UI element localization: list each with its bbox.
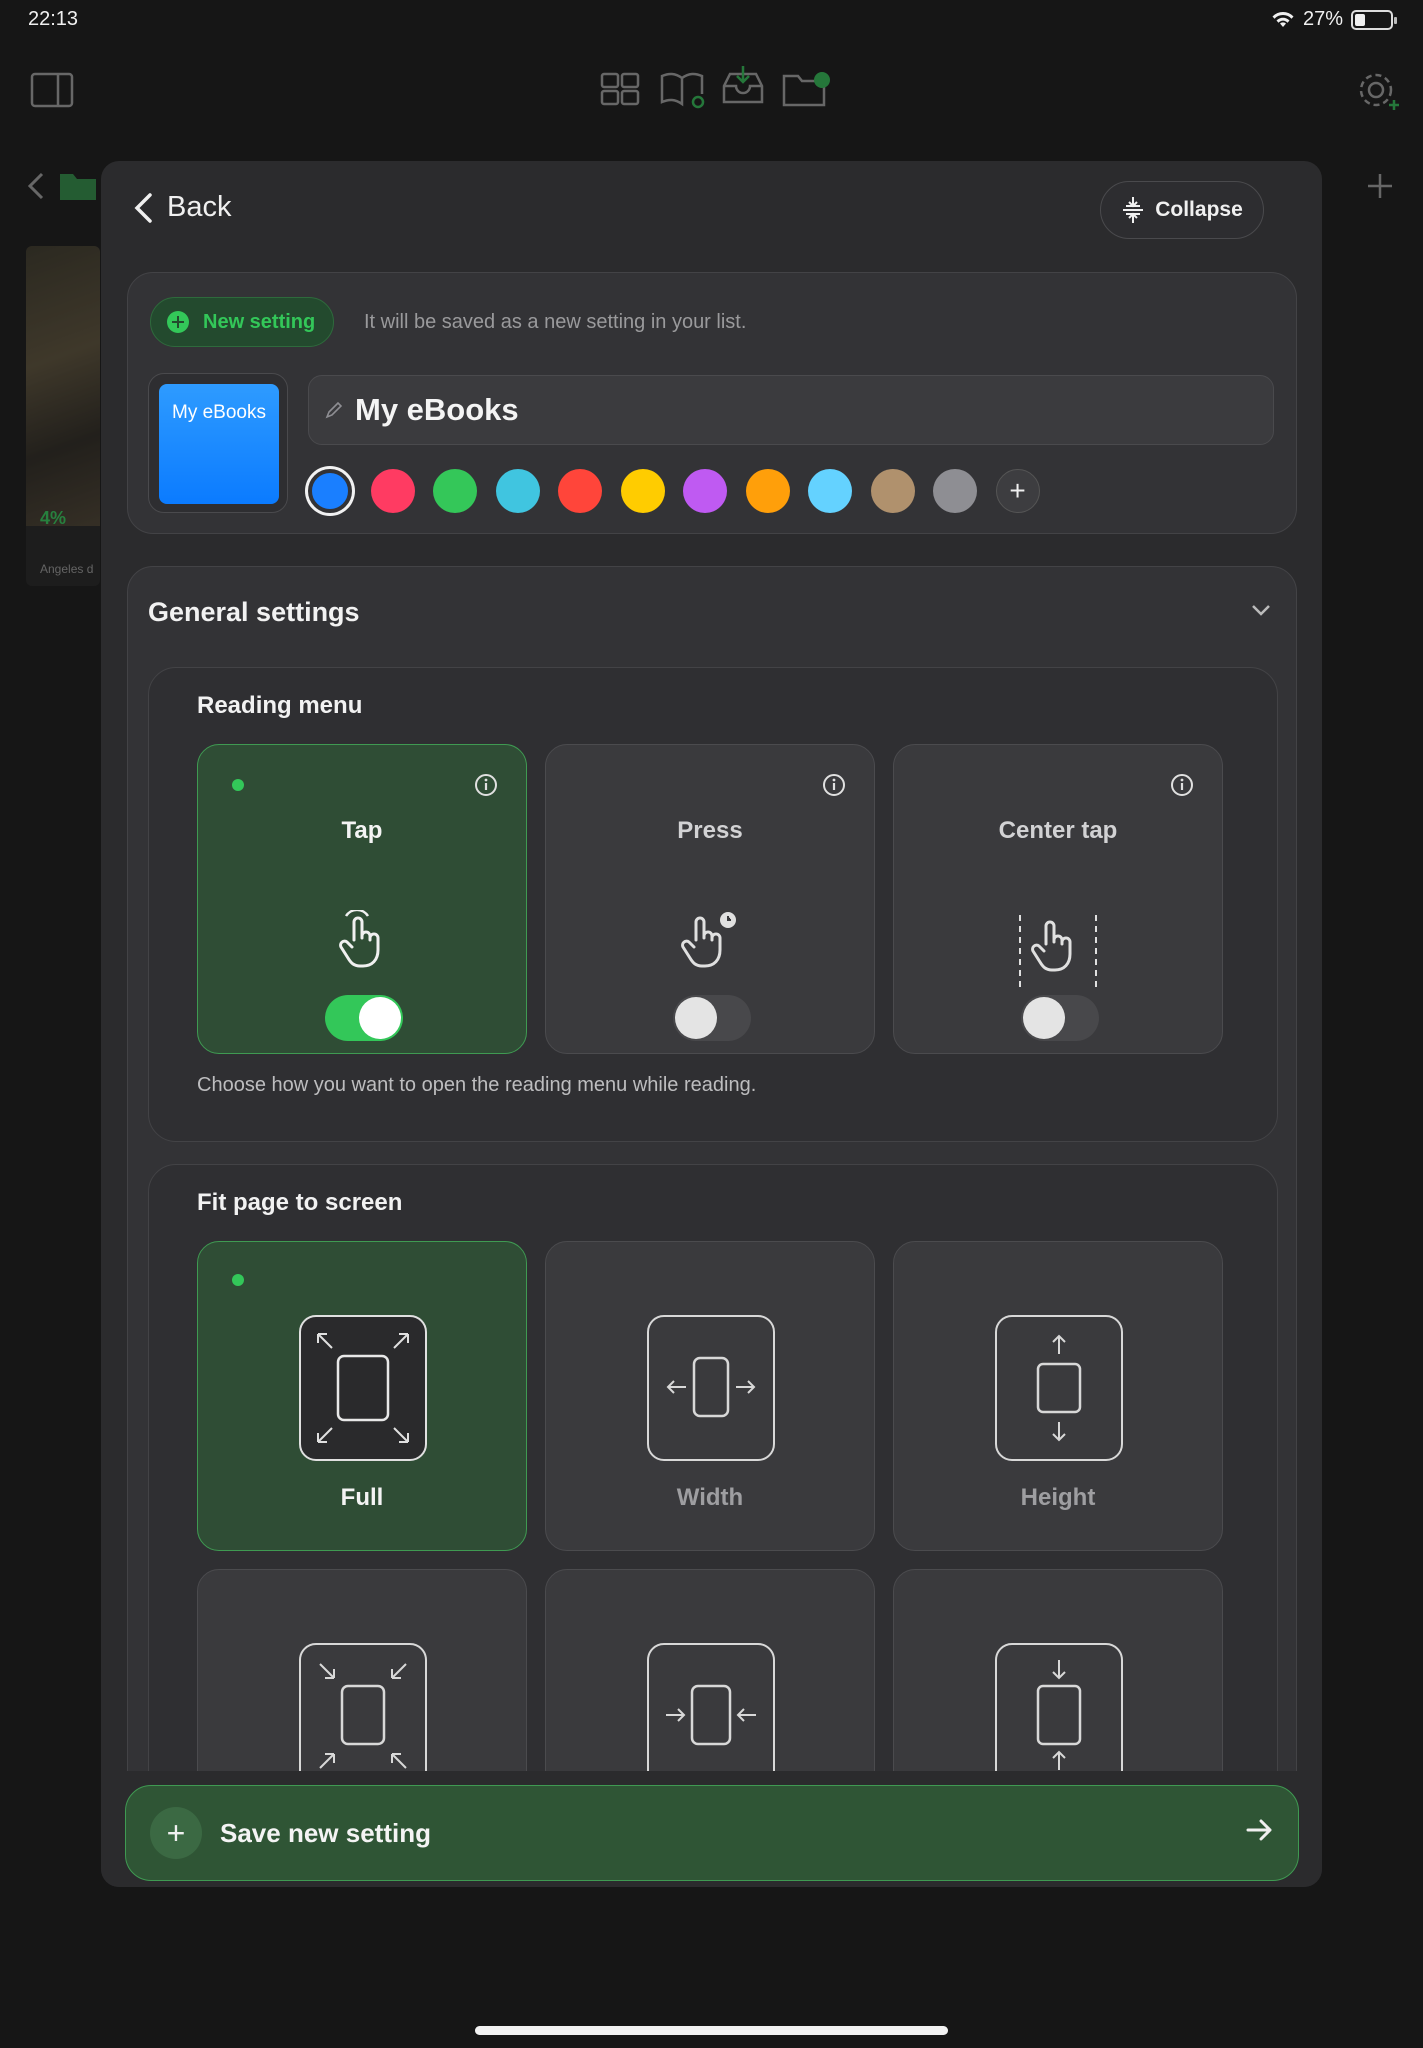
book-card[interactable]: 4% Angeles d <box>26 246 100 586</box>
thumbnail-label: My eBooks <box>159 384 279 504</box>
home-indicator <box>475 2026 948 2035</box>
selected-dot <box>232 779 244 791</box>
option-label: Tap <box>341 817 383 844</box>
color-swatch[interactable] <box>683 469 727 513</box>
option-label: Full <box>340 1484 384 1511</box>
color-swatch[interactable] <box>495 469 540 513</box>
fit-option-width[interactable]: Width <box>545 1241 875 1551</box>
plus-icon: + <box>150 1807 202 1859</box>
arrow-right-icon <box>1246 1819 1272 1841</box>
book-settings-icon[interactable] <box>660 70 708 110</box>
fit-shrink-width-icon <box>647 1643 775 1789</box>
reading-option-center-tap[interactable]: Center tap <box>893 744 1223 1054</box>
color-swatch[interactable] <box>808 469 852 513</box>
book-progress: 4% <box>40 508 67 528</box>
chevron-left-icon[interactable] <box>26 170 46 202</box>
status-time: 22:13 <box>28 8 79 30</box>
new-setting-badge: New setting <box>150 297 335 347</box>
tap-toggle[interactable] <box>325 995 403 1041</box>
save-label: Save new setting <box>220 1817 431 1848</box>
color-swatch[interactable] <box>620 469 665 513</box>
press-toggle[interactable] <box>673 995 751 1041</box>
new-setting-sheet: Back Collapse New setting It will be sav… <box>101 161 1322 1887</box>
color-swatch[interactable] <box>933 469 977 513</box>
fit-height-icon <box>995 1315 1123 1461</box>
reading-menu-title: Reading menu <box>197 692 363 719</box>
book-title: Angeles d <box>40 562 94 576</box>
collapse-label: Collapse <box>1155 198 1243 221</box>
inbox-download-icon[interactable] <box>720 64 766 108</box>
selected-dot <box>232 1274 244 1286</box>
setting-thumbnail[interactable]: My eBooks <box>148 373 288 513</box>
reading-menu-section: Reading menu Tap Press Center tap Choose… <box>148 667 1278 1142</box>
info-icon[interactable] <box>1170 773 1194 797</box>
info-icon[interactable] <box>474 773 498 797</box>
back-button[interactable]: Back <box>133 191 231 224</box>
color-swatches: + <box>308 469 1040 513</box>
book-cover <box>26 246 100 526</box>
chevron-down-icon[interactable] <box>1250 603 1272 617</box>
reading-option-tap[interactable]: Tap <box>197 744 527 1054</box>
option-label: Center tap <box>998 817 1118 844</box>
general-settings-title: General settings <box>148 597 360 627</box>
save-hint: It will be saved as a new setting in you… <box>364 311 747 333</box>
press-gesture-icon <box>546 910 874 970</box>
collapse-icon <box>1123 197 1144 223</box>
option-label: Width <box>676 1484 744 1511</box>
pencil-icon <box>325 401 343 419</box>
general-settings-card: General settings Reading menu Tap Press <box>127 566 1297 1887</box>
color-swatch[interactable] <box>745 469 790 513</box>
center-tap-gesture-icon <box>894 910 1222 990</box>
tap-gesture-icon <box>198 910 526 970</box>
center-tap-toggle[interactable] <box>1021 995 1099 1041</box>
setting-name-value: My eBooks <box>355 392 519 427</box>
collapse-button[interactable]: Collapse <box>1100 181 1264 239</box>
fit-option-full[interactable]: Full <box>197 1241 527 1551</box>
save-new-setting-button[interactable]: + Save new setting <box>125 1785 1299 1881</box>
fit-full-icon <box>299 1315 427 1461</box>
status-bar: 22:13 27% <box>0 0 1423 44</box>
color-swatch[interactable] <box>370 469 415 513</box>
fit-option-height[interactable]: Height <box>893 1241 1223 1551</box>
reading-option-press[interactable]: Press <box>545 744 875 1054</box>
setting-name-field[interactable]: My eBooks <box>308 375 1274 445</box>
status-right: 27% <box>1271 8 1397 31</box>
grid-icon[interactable] <box>600 72 640 106</box>
back-label: Back <box>167 191 232 223</box>
chevron-left-icon <box>134 192 152 223</box>
fit-page-title: Fit page to screen <box>197 1189 403 1216</box>
color-swatch[interactable] <box>308 469 352 513</box>
settings-gear-icon[interactable] <box>1356 70 1400 112</box>
reading-menu-description: Choose how you want to open the reading … <box>197 1074 757 1096</box>
new-setting-card: New setting It will be saved as a new se… <box>127 272 1297 534</box>
option-label: Height <box>1020 1484 1096 1511</box>
add-color-button[interactable]: + <box>995 469 1040 513</box>
color-swatch[interactable] <box>433 469 477 513</box>
info-icon[interactable] <box>822 773 846 797</box>
fit-shrink-icon <box>299 1643 427 1789</box>
battery-percent: 27% <box>1302 8 1343 30</box>
new-setting-label: New setting <box>203 310 316 333</box>
sidebar-toggle-icon[interactable] <box>30 72 74 108</box>
option-label: Press <box>677 817 743 844</box>
fit-shrink-height-icon <box>995 1643 1123 1789</box>
fit-width-icon <box>647 1315 775 1461</box>
plus-circle-icon <box>167 311 189 333</box>
new-folder-icon[interactable] <box>782 70 832 108</box>
folder-icon <box>60 174 96 200</box>
wifi-icon <box>1272 11 1294 27</box>
battery-icon <box>1351 9 1397 30</box>
color-swatch[interactable] <box>558 469 602 513</box>
add-icon[interactable] <box>1366 172 1394 200</box>
color-swatch[interactable] <box>870 469 915 513</box>
